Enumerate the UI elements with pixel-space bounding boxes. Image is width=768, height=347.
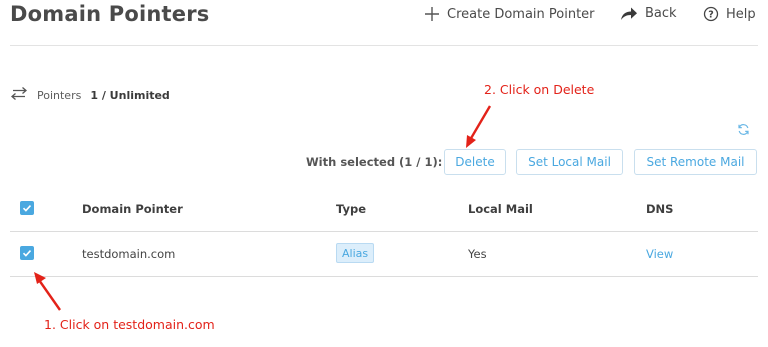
set-local-mail-button[interactable]: Set Local Mail bbox=[516, 149, 623, 175]
header-divider bbox=[10, 45, 758, 46]
help-button[interactable]: ? Help bbox=[703, 6, 756, 22]
annotation-step-1: 1. Click on testdomain.com bbox=[44, 317, 215, 332]
annotation-step-2: 2. Click on Delete bbox=[484, 82, 595, 97]
with-selected-label: With selected (1 / 1): bbox=[306, 155, 443, 169]
local-mail-value: Yes bbox=[468, 247, 487, 261]
checkmark-icon bbox=[22, 250, 32, 257]
svg-text:?: ? bbox=[708, 9, 714, 20]
back-button[interactable]: Back bbox=[620, 6, 677, 21]
pointers-label: Pointers bbox=[37, 88, 82, 102]
select-all-checkbox[interactable] bbox=[20, 201, 34, 215]
column-header-domain-pointer[interactable]: Domain Pointer bbox=[82, 202, 183, 216]
page-title: Domain Pointers bbox=[10, 2, 210, 26]
dns-view-link[interactable]: View bbox=[646, 247, 673, 261]
annotation-arrow-1 bbox=[34, 272, 61, 311]
type-badge: Alias bbox=[336, 243, 375, 263]
table-row-divider bbox=[10, 276, 758, 277]
transfer-arrows-icon bbox=[10, 86, 28, 104]
annotation-arrow-2 bbox=[466, 105, 492, 148]
back-label: Back bbox=[645, 6, 677, 21]
delete-button[interactable]: Delete bbox=[444, 149, 506, 175]
help-circle-icon: ? bbox=[703, 6, 719, 22]
column-header-dns[interactable]: DNS bbox=[646, 202, 673, 216]
plus-icon bbox=[424, 6, 440, 22]
create-domain-pointer-label: Create Domain Pointer bbox=[447, 6, 595, 22]
checkmark-icon bbox=[22, 205, 32, 212]
help-label: Help bbox=[726, 6, 756, 22]
table-header-divider bbox=[10, 231, 758, 232]
domain-pointer-name[interactable]: testdomain.com bbox=[82, 247, 175, 261]
column-header-type[interactable]: Type bbox=[336, 202, 366, 216]
refresh-icon[interactable] bbox=[737, 121, 750, 140]
pointers-count: 1 / Unlimited bbox=[90, 88, 170, 102]
create-domain-pointer-button[interactable]: Create Domain Pointer bbox=[424, 6, 595, 22]
pointers-usage: Pointers 1 / Unlimited bbox=[10, 86, 170, 104]
set-remote-mail-button[interactable]: Set Remote Mail bbox=[634, 149, 757, 175]
share-arrow-icon bbox=[620, 6, 638, 21]
row-checkbox[interactable] bbox=[20, 246, 34, 260]
column-header-local-mail[interactable]: Local Mail bbox=[468, 202, 533, 216]
